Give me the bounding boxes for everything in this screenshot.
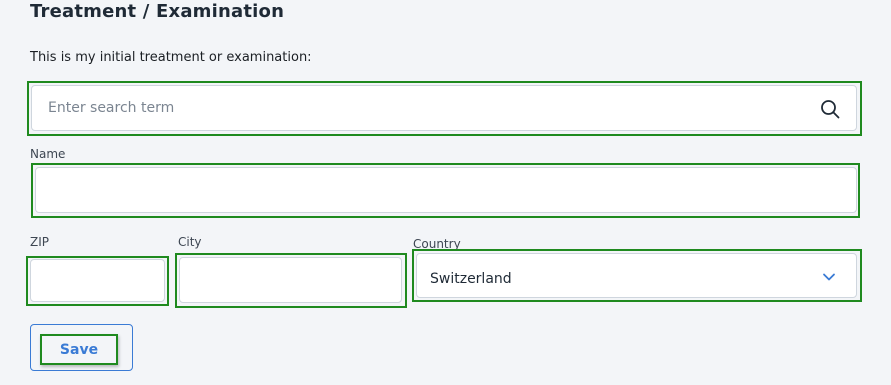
save-button[interactable]: Save (40, 334, 118, 365)
section-subtitle: This is my initial treatment or examinat… (30, 50, 312, 65)
search-input[interactable] (31, 85, 857, 131)
city-label: City (178, 235, 202, 249)
chevron-down-icon[interactable] (822, 272, 836, 282)
city-field[interactable] (179, 257, 402, 303)
country-selected-value: Switzerland (430, 271, 512, 287)
name-field[interactable] (35, 167, 857, 213)
zip-field[interactable] (30, 259, 165, 302)
page-title: Treatment / Examination (30, 1, 285, 22)
name-label: Name (30, 147, 66, 161)
zip-label: ZIP (30, 235, 49, 249)
search-icon[interactable] (820, 99, 840, 119)
